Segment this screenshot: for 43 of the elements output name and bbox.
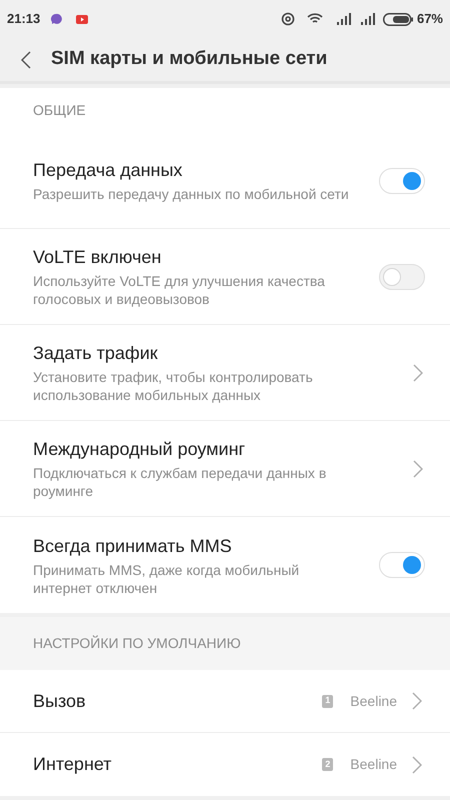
chevron-icon (412, 692, 422, 710)
toggle-switch[interactable] (379, 552, 425, 578)
settings-row[interactable]: Интернет 2 Beeline (0, 733, 450, 796)
row-subtitle: Подключаться к службам передачи данных в роуминге (33, 464, 328, 500)
carrier-value: Beeline (350, 692, 397, 710)
row-subtitle: Используйте VoLTE для улучшения качества голосовых и видеовызовов (33, 272, 326, 308)
row-title: Всегда принимать MMS (33, 534, 233, 558)
hotspot-icon (280, 12, 295, 26)
settings-row[interactable]: VoLTE включен Используйте VoLTE для улучшения качества голосовых и видеовызовов (0, 229, 450, 325)
settings-row[interactable]: Передача данных Разрешить передачу данных по мобильной сети (0, 133, 450, 229)
play-icon (76, 14, 88, 24)
chevron-icon (412, 756, 422, 774)
chat-bubble-icon (50, 13, 62, 25)
back-icon[interactable] (21, 50, 31, 68)
row-title: Вызов (33, 690, 87, 712)
wifi-icon (306, 13, 323, 25)
battery-icon (382, 12, 413, 26)
section-header: НАСТРОЙКИ ПО УМОЛЧАНИЮ (0, 617, 450, 670)
chevron-icon (413, 364, 423, 382)
battery-percent: 67% (416, 10, 443, 28)
chevron-icon (413, 460, 423, 478)
row-title: Интернет (33, 753, 113, 776)
settings-row[interactable]: Всегда принимать MMS Принимать MMS, даже когда мобильный интернет отключен (0, 517, 450, 613)
section-header: ОБЩИЕ (32, 101, 87, 120)
row-title: VoLTE включен (33, 246, 162, 269)
settings-row[interactable]: Задать трафик Установите трафик, чтобы контролировать использование мобильных данных (0, 325, 450, 421)
carrier-value: Beeline (350, 755, 397, 774)
page-title: SIM карты и мобильные сети (51, 47, 328, 72)
row-title: Передача данных (33, 159, 184, 182)
row-title: Задать трафик (33, 342, 159, 365)
toggle-switch[interactable] (379, 168, 425, 194)
status-time: 21:13 (7, 10, 40, 28)
settings-row[interactable]: Вызов 1 Beeline (0, 670, 450, 733)
signal-icon (336, 13, 351, 25)
row-title: Международный роуминг (33, 438, 246, 461)
settings-row[interactable]: Международный роуминг Подключаться к службам передачи данных в роуминге (0, 421, 450, 517)
signal-icon (360, 13, 375, 25)
row-subtitle: Принимать MMS, даже когда мобильный интернет отключен (33, 560, 300, 596)
sim-number: 2 (322, 758, 334, 771)
sim-number: 1 (322, 694, 334, 708)
row-subtitle: Установите трафик, чтобы контролировать использование мобильных данных (33, 368, 314, 404)
row-subtitle: Разрешить передачу данных по мобильной сети (33, 185, 350, 203)
toggle-switch[interactable] (379, 264, 425, 290)
